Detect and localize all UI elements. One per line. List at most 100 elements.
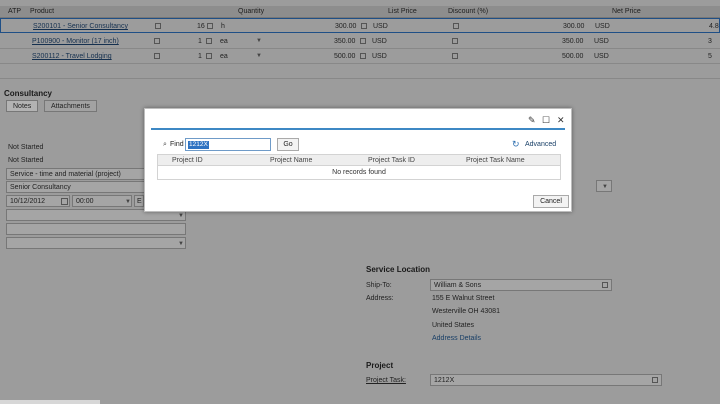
calculator-icon[interactable] [452, 53, 458, 59]
field-value: 10/12/2012 [10, 198, 46, 205]
uom-value[interactable]: ea [220, 38, 228, 45]
chevron-down-icon[interactable]: ▼ [256, 53, 262, 59]
net-price-value: 350.00 [562, 38, 584, 45]
copy-icon[interactable] [154, 53, 160, 59]
empty-select[interactable]: ▼ [6, 237, 186, 249]
results-table-header: Project ID Project Name Project Task ID … [157, 154, 561, 166]
quantity-value[interactable]: 1 [198, 38, 202, 45]
bottom-scrollbar[interactable] [0, 400, 100, 404]
calculator-icon[interactable] [206, 38, 212, 44]
calculator-icon[interactable] [360, 53, 366, 59]
address-label: Address: [366, 295, 394, 302]
col-discount[interactable]: Discount (%) [448, 8, 488, 15]
extra-field[interactable]: E [134, 195, 144, 207]
grid-header: ATP Product Quantity List Price Discount… [0, 6, 720, 18]
address-line: United States [432, 322, 475, 329]
copy-icon[interactable] [154, 38, 160, 44]
cell-value: 4.8 [709, 23, 719, 30]
col-project-task-id[interactable]: Project Task ID [368, 157, 415, 164]
go-button[interactable]: Go [277, 138, 299, 151]
copy-icon[interactable] [155, 23, 161, 29]
address-line: Westerville OH 43081 [432, 308, 500, 315]
table-row[interactable]: P100900 - Monitor (17 inch) 1 ea ▼ 350.0… [0, 34, 720, 49]
table-row[interactable]: S200101 - Senior Consultancy 16 h 300.00… [0, 18, 720, 33]
dialog-accent-bar [151, 128, 565, 130]
quantity-value[interactable]: 16 [197, 23, 205, 30]
calendar-icon[interactable] [61, 198, 68, 205]
address-line: 155 E Walnut Street [432, 295, 495, 302]
currency-value: USD [372, 38, 387, 45]
cancel-button[interactable]: Cancel [533, 195, 569, 208]
find-input-value: 1212X [188, 141, 209, 149]
tab-attachments[interactable]: Attachments [44, 100, 97, 112]
list-price-value[interactable]: 500.00 [334, 53, 355, 60]
list-price-value[interactable]: 300.00 [335, 23, 356, 30]
ship-to-label: Ship-To: [366, 282, 392, 289]
find-input[interactable]: 1212X [185, 138, 271, 151]
calculator-icon[interactable] [453, 23, 459, 29]
refresh-icon[interactable]: ↻ [512, 139, 520, 150]
product-link[interactable]: P100900 - Monitor (17 inch) [32, 38, 119, 45]
product-link[interactable]: S200112 - Travel Lodging [32, 53, 112, 60]
net-price-value: 500.00 [562, 53, 584, 60]
col-net-price[interactable]: Net Price [612, 8, 641, 15]
project-task-lookup-dialog: ✎ ☐ ✕ ⌕ Find 1212X Go ↻ Advanced Project… [144, 108, 572, 212]
field-value: William & Sons [434, 282, 482, 289]
table-row[interactable]: S200112 - Travel Lodging 1 ea ▼ 500.00 U… [0, 49, 720, 64]
col-atp[interactable]: ATP [8, 8, 21, 15]
currency-value: USD [594, 53, 609, 60]
right-select[interactable]: ▼ [596, 180, 612, 192]
empty-field[interactable] [6, 223, 186, 235]
net-price-value: 300.00 [563, 23, 585, 30]
field-value: Senior Consultancy [10, 184, 71, 191]
currency-value: USD [373, 23, 388, 30]
uom-value[interactable]: h [221, 23, 225, 30]
section-title: Consultancy [4, 89, 53, 98]
close-icon[interactable]: ✕ [557, 115, 565, 126]
advanced-link[interactable]: Advanced [525, 141, 556, 148]
chevron-down-icon[interactable]: ▼ [178, 241, 184, 247]
copy-icon[interactable] [652, 377, 658, 383]
calculator-icon[interactable] [207, 23, 213, 29]
service-type-select[interactable]: Service - time and material (project) [6, 168, 148, 180]
col-project-task-name[interactable]: Project Task Name [466, 157, 525, 164]
copy-icon[interactable] [602, 282, 608, 288]
service-product-field[interactable]: Senior Consultancy [6, 181, 148, 193]
uom-value[interactable]: ea [220, 53, 228, 60]
col-project-name[interactable]: Project Name [270, 157, 312, 164]
find-label: Find [170, 141, 184, 148]
currency-value: USD [595, 23, 610, 30]
field-value: 00:00 [76, 198, 94, 205]
calculator-icon[interactable] [452, 38, 458, 44]
time-select[interactable]: 00:00 ▼ [72, 195, 132, 207]
col-product[interactable]: Product [30, 8, 54, 15]
status-value: Not Started [8, 144, 44, 151]
date-field[interactable]: 10/12/2012 [6, 195, 70, 207]
currency-value: USD [594, 38, 609, 45]
project-task-label[interactable]: Project Task: [366, 377, 406, 384]
ship-to-field[interactable]: William & Sons [430, 279, 612, 291]
address-details-link[interactable]: Address Details [432, 335, 481, 342]
chevron-down-icon[interactable]: ▼ [125, 199, 131, 205]
product-link[interactable]: S200101 - Senior Consultancy [33, 23, 128, 30]
calculator-icon[interactable] [206, 53, 212, 59]
chevron-down-icon[interactable]: ▼ [602, 184, 608, 190]
chevron-down-icon[interactable]: ▼ [256, 38, 262, 44]
maximize-icon[interactable]: ☐ [542, 115, 550, 126]
calculator-icon[interactable] [361, 23, 367, 29]
col-quantity[interactable]: Quantity [238, 8, 264, 15]
list-price-value[interactable]: 350.00 [334, 38, 355, 45]
chevron-down-icon[interactable]: ▼ [178, 213, 184, 219]
col-project-id[interactable]: Project ID [172, 157, 203, 164]
col-list-price[interactable]: List Price [388, 8, 417, 15]
service-location-title: Service Location [366, 265, 431, 274]
select-value: Service - time and material (project) [10, 171, 121, 178]
tab-notes[interactable]: Notes [6, 100, 39, 112]
calculator-icon[interactable] [360, 38, 366, 44]
project-task-field[interactable]: 1212X [430, 374, 662, 386]
quantity-value[interactable]: 1 [198, 53, 202, 60]
empty-results-message: No records found [157, 166, 561, 180]
field-value: E [137, 198, 142, 205]
empty-row[interactable] [0, 65, 720, 79]
wrench-icon[interactable]: ✎ [528, 115, 536, 126]
